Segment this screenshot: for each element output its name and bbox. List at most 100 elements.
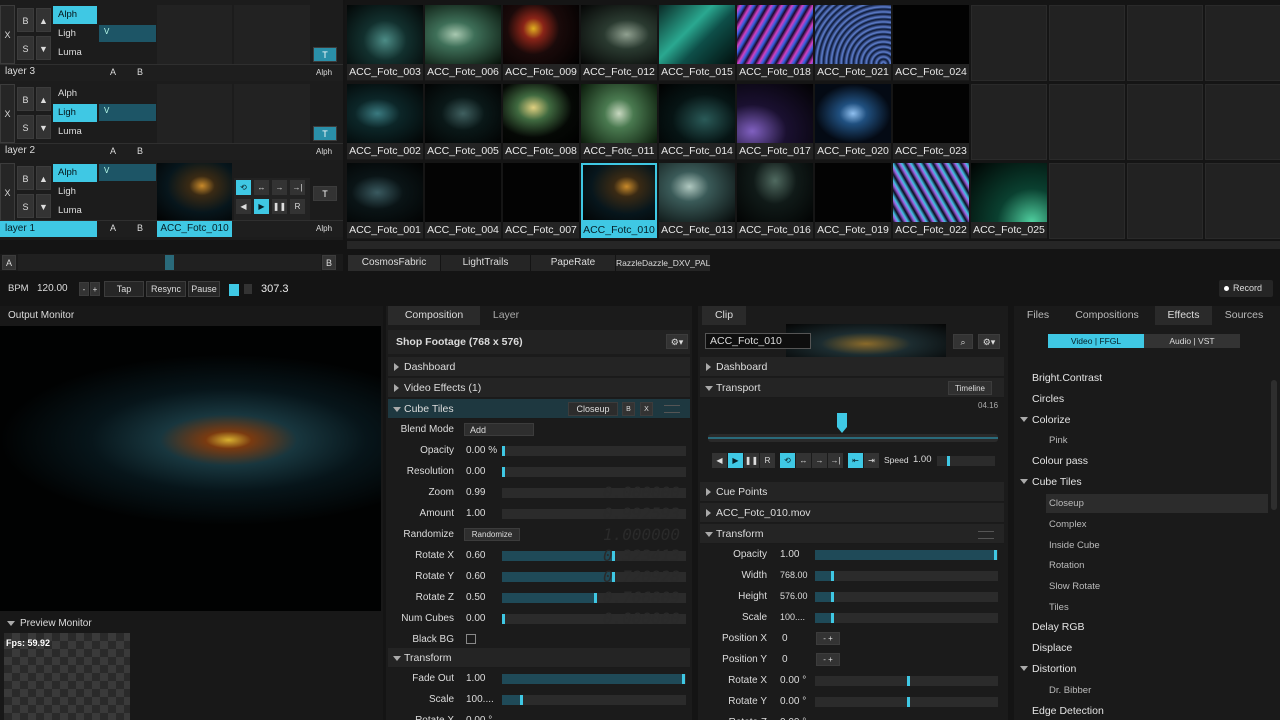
tab-compositions[interactable]: Compositions: [1063, 306, 1151, 325]
layer-video-opacity[interactable]: V: [99, 25, 156, 42]
slider-knob[interactable]: [502, 467, 505, 477]
tab-files[interactable]: Files: [1016, 306, 1060, 325]
timeline-dropdown[interactable]: Timeline: [948, 381, 992, 395]
speed-slider[interactable]: [937, 456, 995, 466]
blend-mode-dropdown[interactable]: Add: [464, 423, 534, 436]
record-button[interactable]: Record: [1219, 280, 1273, 297]
timeline-track[interactable]: [708, 434, 998, 442]
clip-acc-fotc-017[interactable]: ACC_Fotc_017: [737, 84, 813, 160]
clip-acc-fotc-006[interactable]: ACC_Fotc_006: [425, 5, 501, 81]
section-clip-file[interactable]: ACC_Fotc_010.mov: [700, 503, 1004, 523]
layer-name[interactable]: layer 3: [5, 66, 35, 77]
play-once-hold-icon[interactable]: →|: [290, 180, 305, 195]
clip-acc-fotc-022[interactable]: ACC_Fotc_022: [893, 163, 969, 239]
slider-knob[interactable]: [502, 614, 505, 624]
clip-acc-fotc-004[interactable]: ACC_Fotc_004: [425, 163, 501, 239]
layer-name[interactable]: layer 2: [5, 145, 35, 156]
effect-preset-rotation[interactable]: Rotation: [1049, 556, 1084, 576]
effect-preset-slow-rotate[interactable]: Slow Rotate: [1049, 577, 1100, 597]
param-value[interactable]: 1.00: [466, 668, 485, 689]
effect-blur[interactable]: Blur: [1032, 352, 1051, 361]
clip-acc-fotc-005[interactable]: ACC_Fotc_005: [425, 84, 501, 160]
cube-preset-dropdown[interactable]: Closeup: [568, 402, 618, 416]
clip-acc-fotc-009[interactable]: ACC_Fotc_009: [503, 5, 579, 81]
chevron-down-icon[interactable]: [1020, 666, 1028, 671]
param-value[interactable]: 0.00 %: [466, 440, 497, 461]
param-value[interactable]: 0: [782, 628, 788, 649]
layer-t-button[interactable]: T: [313, 47, 337, 62]
clip-acc-fotc-014[interactable]: ACC_Fotc_014: [659, 84, 735, 160]
crossfade-b[interactable]: B: [137, 223, 143, 233]
empty-clip-slot[interactable]: [1049, 84, 1125, 160]
clip-acc-fotc-007[interactable]: ACC_Fotc_007: [503, 163, 579, 239]
clip-acc-fotc-018[interactable]: ACC_Fotc_018: [737, 5, 813, 81]
layer-up-button[interactable]: ▲: [36, 166, 51, 190]
position-y-stepper[interactable]: - +: [816, 653, 840, 666]
gear-icon[interactable]: ⚙▾: [666, 334, 688, 349]
empty-clip-slot[interactable]: [1127, 5, 1203, 81]
clip-acc-fotc-023[interactable]: ACC_Fotc_023: [893, 84, 969, 160]
subtab-video-ffgl[interactable]: Video | FFGL: [1048, 334, 1144, 348]
bpm-sync-icon[interactable]: ⇥: [864, 453, 879, 468]
layer-bypass-button[interactable]: B: [17, 166, 34, 190]
layer-up-button[interactable]: ▲: [36, 8, 51, 32]
param-value[interactable]: 0.99: [466, 482, 485, 503]
param-value[interactable]: 100....: [466, 689, 494, 710]
empty-clip-slot[interactable]: [1205, 5, 1280, 81]
bpm-value[interactable]: 120.00: [37, 283, 68, 294]
mode-luma[interactable]: Luma: [53, 123, 97, 141]
effect-bright-contrast[interactable]: Bright.Contrast: [1032, 368, 1102, 388]
slider-knob[interactable]: [594, 593, 597, 603]
subtab-audio-vst[interactable]: Audio | VST: [1144, 334, 1240, 348]
clip-acc-fotc-008[interactable]: ACC_Fotc_008: [503, 84, 579, 160]
crossfade-a[interactable]: A: [110, 223, 116, 233]
effect-displace[interactable]: Displace: [1032, 638, 1072, 658]
mode-light[interactable]: Ligh: [53, 183, 97, 201]
position-x-stepper[interactable]: - +: [816, 632, 840, 645]
layer-t-button[interactable]: T: [313, 126, 337, 141]
layer-down-button[interactable]: ▼: [36, 115, 51, 139]
empty-clip-slot[interactable]: [1127, 163, 1203, 239]
tab-layer[interactable]: Layer: [482, 306, 530, 325]
bpm-minus-button[interactable]: -: [79, 282, 89, 296]
mode-luma[interactable]: Luma: [53, 202, 97, 220]
section-clip-transform[interactable]: Transform: [700, 524, 1004, 544]
param-value[interactable]: 0: [782, 649, 788, 670]
effect-edge-detection[interactable]: Edge Detection: [1032, 701, 1104, 720]
slider-knob[interactable]: [906, 676, 910, 686]
clip-rotate-x-slider[interactable]: [815, 676, 998, 686]
effect-circles[interactable]: Circles: [1032, 389, 1064, 409]
slider-knob[interactable]: [520, 695, 524, 705]
effect-preset-closeup[interactable]: Closeup: [1049, 494, 1084, 514]
effect-remove-button[interactable]: X: [640, 402, 653, 416]
clip-name-field[interactable]: ACC_Fotc_010: [705, 333, 811, 349]
effects-scrollbar[interactable]: [1271, 380, 1277, 510]
layer-solo-button[interactable]: S: [17, 115, 34, 139]
speed-value[interactable]: 1.00: [913, 454, 932, 465]
effect-colour-pass[interactable]: Colour pass: [1032, 451, 1088, 471]
layer-clear-button[interactable]: X: [0, 5, 15, 64]
param-value[interactable]: 0.00 °: [780, 712, 806, 720]
layer-clear-button[interactable]: X: [0, 163, 15, 222]
clip-acc-fotc-025[interactable]: ACC_Fotc_025: [971, 163, 1047, 239]
bpm-plus-button[interactable]: +: [90, 282, 100, 296]
scale-slider[interactable]: [502, 695, 686, 705]
empty-clip-slot[interactable]: [1127, 84, 1203, 160]
tab-effects[interactable]: Effects: [1155, 306, 1212, 325]
clip-acc-fotc-024[interactable]: ACC_Fotc_024: [893, 5, 969, 81]
drag-handle-icon[interactable]: [664, 405, 680, 413]
layer-solo-button[interactable]: S: [17, 36, 34, 60]
preview-monitor-header[interactable]: Preview Monitor: [0, 615, 383, 633]
bounce-icon[interactable]: ↔: [796, 453, 811, 468]
layer-video-opacity[interactable]: V: [99, 164, 156, 181]
param-value[interactable]: 768.00: [780, 565, 808, 586]
deck-tab[interactable]: RazzleDazzle_DXV_PAL: [616, 255, 710, 271]
timeline-mode-icon[interactable]: ⇤: [848, 453, 863, 468]
playhead-icon[interactable]: [837, 413, 847, 433]
play-backward-icon[interactable]: ◀: [712, 453, 727, 468]
layer-down-button[interactable]: ▼: [36, 194, 51, 218]
deck-tab[interactable]: LightTrails: [441, 255, 530, 271]
clip-rotate-y-slider[interactable]: [815, 697, 998, 707]
slider-knob[interactable]: [906, 697, 910, 707]
layer-up-button[interactable]: ▲: [36, 87, 51, 111]
